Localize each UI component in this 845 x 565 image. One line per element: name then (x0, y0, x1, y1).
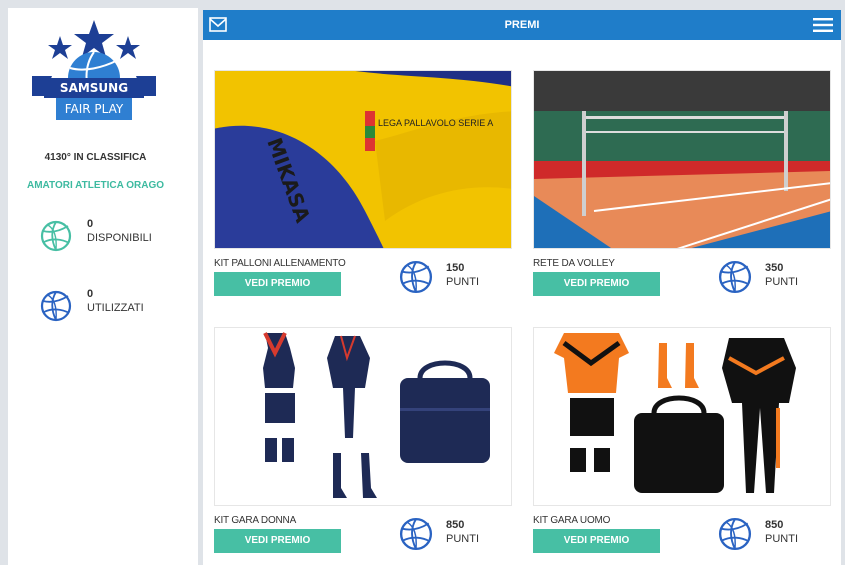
prize-points: 350 (765, 262, 784, 274)
volleyball-points-icon (399, 517, 433, 551)
logo-line-samsung: SAMSUNG (59, 81, 129, 95)
prize-name: KIT GARA DONNA (214, 515, 297, 526)
prize-image-men-kit[interactable] (533, 327, 831, 506)
available-count: 0 (87, 218, 94, 230)
team-name: AMATORI ATLETICA ORAGO (26, 180, 165, 191)
sidebar: SAMSUNG FAIR PLAY 4130° IN CLASSIFICA AM… (8, 8, 198, 565)
header-bar: PREMI (203, 10, 841, 40)
volleyball-points-icon (399, 260, 433, 294)
prize-points-label: PUNTI (446, 533, 479, 545)
volleyball-points-icon (718, 517, 752, 551)
stat-used: 0 UTILIZZATI (40, 288, 190, 328)
volleyball-blue-icon (40, 290, 72, 322)
logo-line-fair-play: FAIR PLAY (64, 102, 124, 116)
prize-points-label: PUNTI (765, 533, 798, 545)
main-panel: PREMI MIKASA LEGA PALLAVOLO SERIE A KIT … (203, 10, 841, 565)
available-label: DISPONIBILI (87, 232, 152, 244)
prize-image-volley-net[interactable] (533, 70, 831, 249)
prize-name: RETE DA VOLLEY (533, 258, 615, 269)
view-prize-button[interactable]: VEDI PREMIO (214, 272, 341, 296)
used-count: 0 (87, 288, 94, 300)
prize-image-women-kit[interactable] (214, 327, 512, 506)
prize-points-label: PUNTI (765, 276, 798, 288)
prize-points: 850 (446, 519, 465, 531)
prize-points: 850 (765, 519, 784, 531)
ranking-position: 4130° IN CLASSIFICA (44, 152, 147, 163)
prize-name: KIT PALLONI ALLENAMENTO (214, 258, 346, 269)
prize-image-ball-kit[interactable]: MIKASA LEGA PALLAVOLO SERIE A (214, 70, 512, 249)
stat-available: 0 DISPONIBILI (40, 218, 190, 258)
view-prize-button[interactable]: VEDI PREMIO (533, 272, 660, 296)
prize-points-label: PUNTI (446, 276, 479, 288)
hamburger-menu-icon[interactable] (813, 18, 833, 32)
samsung-fair-play-logo: SAMSUNG FAIR PLAY (30, 18, 158, 130)
used-label: UTILIZZATI (87, 302, 144, 314)
image-league-text: LEGA PALLAVOLO SERIE A (378, 118, 493, 128)
prize-points: 150 (446, 262, 465, 274)
volleyball-teal-icon (40, 220, 72, 252)
view-prize-button[interactable]: VEDI PREMIO (533, 529, 660, 553)
volleyball-points-icon (718, 260, 752, 294)
prize-name: KIT GARA UOMO (533, 515, 611, 526)
view-prize-button[interactable]: VEDI PREMIO (214, 529, 341, 553)
page-title: PREMI (504, 19, 540, 31)
